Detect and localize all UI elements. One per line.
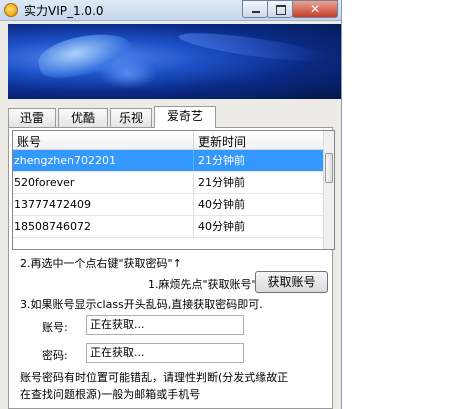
account-field[interactable]: 正在获取...: [86, 315, 244, 335]
row-update-time: 40分钟前: [198, 220, 245, 233]
row-account: 13777472409: [14, 198, 91, 211]
list-header: 账号 更新时间: [13, 131, 323, 150]
tab-xunlei[interactable]: 迅雷: [8, 108, 56, 127]
account-list[interactable]: 账号 更新时间 zhengzhen702201 21分钟前 520forever…: [12, 130, 335, 250]
password-field[interactable]: 正在获取...: [86, 343, 244, 363]
table-row[interactable]: zhengzhen702201 21分钟前: [13, 150, 323, 172]
row-account: zhengzhen702201: [14, 154, 116, 167]
close-icon: ✕: [309, 2, 321, 16]
tab-iqiyi[interactable]: 爱奇艺: [154, 106, 216, 128]
column-divider: [193, 131, 194, 149]
column-header-account[interactable]: 账号: [17, 133, 41, 150]
cell-divider: [193, 150, 194, 171]
instruction-step3: 3.如果账号显示class开头乱码,直接获取密码即可.: [20, 298, 263, 311]
cell-divider: [193, 172, 194, 193]
footer-note-line2: 在查找问题根源)一般为邮箱或手机号: [20, 388, 201, 401]
footer-note-line1: 账号密码有时位置可能错乱，请理性判断(分发式缘故正: [20, 371, 289, 384]
table-row[interactable]: 13777472409 40分钟前: [13, 194, 323, 216]
row-account: 520forever: [14, 176, 75, 189]
close-button[interactable]: ✕: [292, 0, 338, 18]
table-row[interactable]: 18508746072 40分钟前: [13, 216, 323, 238]
instruction-step1: 1.麻烦先点"获取账号"→: [148, 278, 266, 291]
app-icon: [4, 3, 18, 17]
row-update-time: 21分钟前: [198, 154, 245, 167]
column-header-update-time[interactable]: 更新时间: [198, 133, 246, 150]
cell-divider: [193, 194, 194, 215]
minimize-button[interactable]: [242, 0, 268, 18]
banner-fin-shape: [98, 59, 158, 89]
row-update-time: 21分钟前: [198, 176, 245, 189]
scrollbar-thumb[interactable]: [325, 153, 333, 183]
banner-image: [8, 24, 341, 99]
window-title: 实力VIP_1.0.0: [24, 4, 104, 18]
title-bar[interactable]: 实力VIP_1.0.0 ✕: [0, 0, 341, 21]
maximize-button[interactable]: [267, 0, 293, 18]
app-window: 实力VIP_1.0.0 ✕ 迅雷 优酷 乐视 爱奇艺 账号 更新时间 zheng…: [0, 0, 342, 409]
row-update-time: 40分钟前: [198, 198, 245, 211]
banner-light-streak: [177, 27, 329, 67]
vertical-scrollbar[interactable]: [323, 131, 334, 249]
tab-youku[interactable]: 优酷: [58, 108, 108, 127]
cell-divider: [193, 216, 194, 237]
account-label: 账号:: [42, 321, 68, 334]
instruction-step2: 2.再选中一个点右键"获取密码"↑: [20, 257, 182, 270]
get-account-button[interactable]: 获取账号: [255, 271, 328, 293]
row-account: 18508746072: [14, 220, 91, 233]
tab-letv[interactable]: 乐视: [110, 108, 152, 127]
password-label: 密码:: [42, 349, 68, 362]
table-row[interactable]: 520forever 21分钟前: [13, 172, 323, 194]
